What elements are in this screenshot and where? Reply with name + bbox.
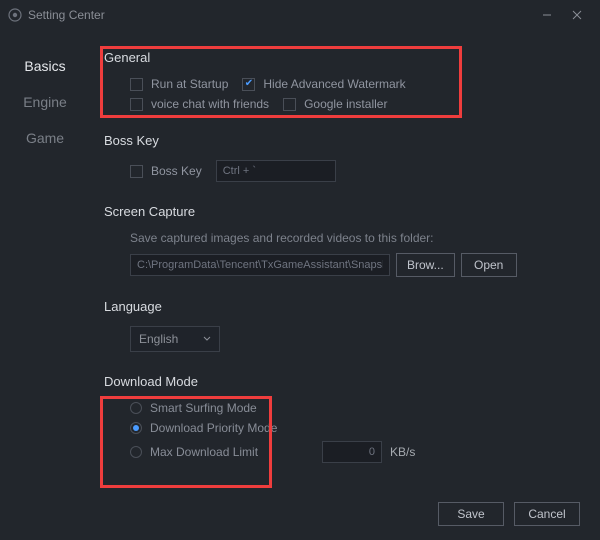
settings-window: Setting Center Basics Engine Game Genera… xyxy=(0,0,600,540)
close-button[interactable] xyxy=(562,0,592,30)
window-title: Setting Center xyxy=(28,8,532,22)
screencap-section: Screen Capture Save captured images and … xyxy=(104,204,580,277)
save-button[interactable]: Save xyxy=(438,502,504,526)
radio-label: Smart Surfing Mode xyxy=(150,401,257,415)
voice-chat-checkbox[interactable]: voice chat with friends xyxy=(130,97,269,111)
checkbox-icon xyxy=(283,98,296,111)
run-at-startup-checkbox[interactable]: Run at Startup xyxy=(130,77,228,91)
sidebar-item-label: Engine xyxy=(23,94,67,110)
checkbox-icon xyxy=(130,165,143,178)
download-title: Download Mode xyxy=(104,374,580,389)
open-button[interactable]: Open xyxy=(461,253,517,277)
smart-mode-radio[interactable]: Smart Surfing Mode xyxy=(130,401,580,415)
radio-label: Max Download Limit xyxy=(150,445,258,459)
main-panel: General Run at Startup Hide Advanced Wat… xyxy=(90,30,600,540)
general-title: General xyxy=(104,50,580,65)
chevron-down-icon xyxy=(203,332,211,346)
checkbox-label: Hide Advanced Watermark xyxy=(263,77,405,91)
minimize-button[interactable] xyxy=(532,0,562,30)
checkbox-icon xyxy=(130,78,143,91)
sidebar-item-basics[interactable]: Basics xyxy=(0,48,90,84)
sidebar-item-game[interactable]: Game xyxy=(0,120,90,156)
language-title: Language xyxy=(104,299,580,314)
bosskey-checkbox[interactable]: Boss Key xyxy=(130,164,202,178)
language-value: English xyxy=(139,332,178,346)
google-installer-checkbox[interactable]: Google installer xyxy=(283,97,387,111)
bosskey-input[interactable] xyxy=(216,160,336,182)
language-select[interactable]: English xyxy=(130,326,220,352)
radio-icon xyxy=(130,402,142,414)
app-logo-icon xyxy=(8,8,22,22)
checkbox-label: Run at Startup xyxy=(151,77,228,91)
titlebar: Setting Center xyxy=(0,0,600,30)
general-section: General Run at Startup Hide Advanced Wat… xyxy=(104,48,580,111)
bosskey-title: Boss Key xyxy=(104,133,580,148)
browse-button[interactable]: Brow... xyxy=(396,253,455,277)
bosskey-section: Boss Key Boss Key xyxy=(104,133,580,182)
checkbox-label: Google installer xyxy=(304,97,387,111)
sidebar-item-engine[interactable]: Engine xyxy=(0,84,90,120)
screencap-hint: Save captured images and recorded videos… xyxy=(130,231,580,245)
checkbox-icon xyxy=(130,98,143,111)
cancel-button[interactable]: Cancel xyxy=(514,502,580,526)
screencap-title: Screen Capture xyxy=(104,204,580,219)
priority-mode-radio[interactable]: Download Priority Mode xyxy=(130,421,580,435)
language-section: Language English xyxy=(104,299,580,352)
max-limit-radio[interactable]: Max Download Limit xyxy=(130,445,258,459)
radio-label: Download Priority Mode xyxy=(150,421,277,435)
sidebar: Basics Engine Game xyxy=(0,30,90,540)
download-limit-unit: KB/s xyxy=(390,445,415,459)
footer: Save Cancel xyxy=(438,502,580,526)
checkbox-label: Boss Key xyxy=(151,164,202,178)
sidebar-item-label: Basics xyxy=(24,58,65,74)
radio-icon xyxy=(130,422,142,434)
download-limit-input[interactable] xyxy=(322,441,382,463)
screencap-path-input[interactable] xyxy=(130,254,390,276)
checkbox-label: voice chat with friends xyxy=(151,97,269,111)
radio-icon xyxy=(130,446,142,458)
sidebar-item-label: Game xyxy=(26,130,64,146)
download-section: Download Mode Smart Surfing Mode Downloa… xyxy=(104,374,580,463)
hide-watermark-checkbox[interactable]: Hide Advanced Watermark xyxy=(242,77,405,91)
checkbox-icon xyxy=(242,78,255,91)
